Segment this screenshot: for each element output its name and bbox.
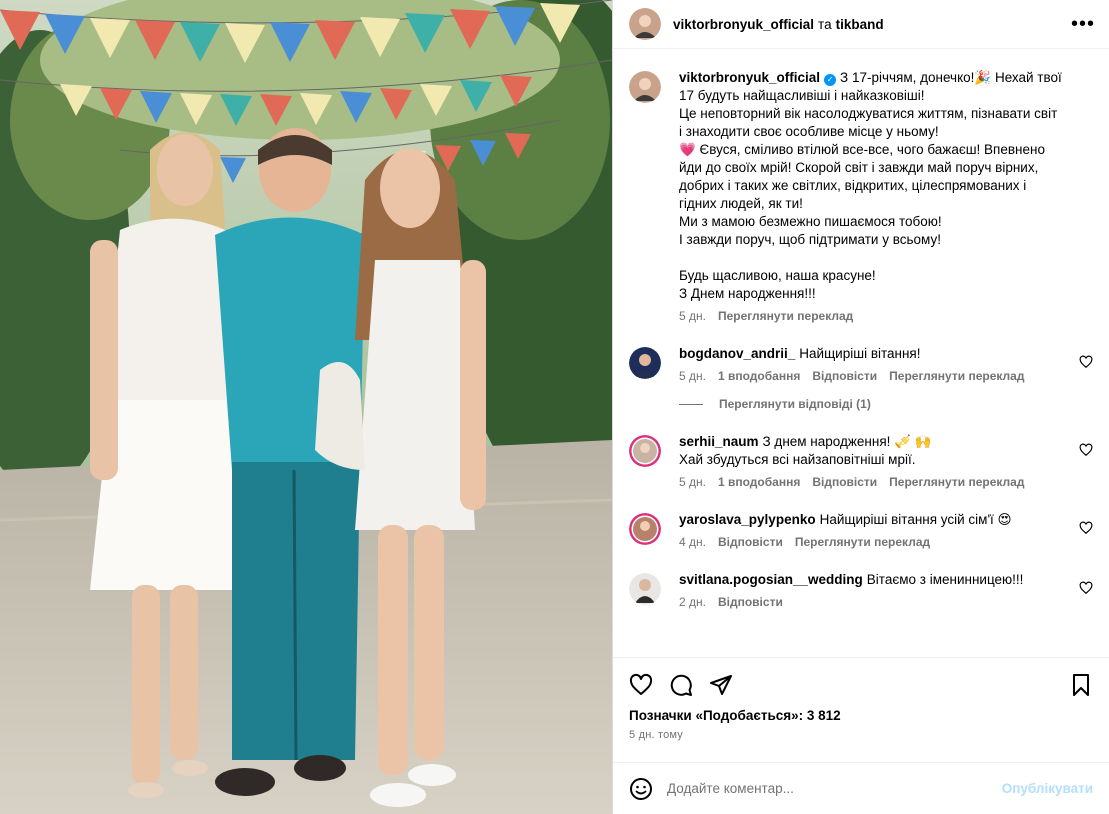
action-icons	[629, 670, 1093, 700]
view-replies-line	[679, 403, 703, 405]
comment-text: З днем народження! 🎺 🙌	[762, 434, 932, 449]
heart-icon[interactable]	[629, 673, 653, 697]
coauthor-username[interactable]: tikband	[836, 17, 884, 32]
comment-text: Найщиріші вітання усій сім'ї 😍	[819, 512, 1012, 527]
caption-meta: 5 дн. Переглянути переклад	[679, 309, 1063, 323]
post-timestamp[interactable]: 5 дн. тому	[629, 729, 1093, 741]
comment-likes-count[interactable]: 1 вподобання	[718, 369, 800, 383]
author-avatar	[629, 8, 661, 40]
comment-like-heart-icon[interactable]	[1079, 355, 1093, 369]
commenter-avatar[interactable]	[629, 573, 661, 605]
comment-text-line2: Хай збудуться всі найзаповітніші мрії.	[679, 452, 916, 467]
bookmark-icon[interactable]	[1069, 673, 1093, 697]
comment-username[interactable]: svitlana.pogosian__wedding	[679, 572, 863, 587]
comment-item: bogdanov_andrii_ Найщиріші вітання! 5 дн.…	[629, 345, 1093, 383]
publish-button[interactable]: Опублікувати	[1002, 781, 1093, 796]
more-options-icon[interactable]: •••	[1071, 14, 1095, 34]
reply-button[interactable]: Відповісти	[812, 475, 877, 489]
post-side-panel: viktorbronyuk_official та tikband ••• vi…	[613, 0, 1109, 814]
add-comment-bar: Опублікувати	[613, 762, 1109, 814]
post-photo[interactable]	[0, 0, 612, 814]
emoji-icon[interactable]	[629, 777, 653, 801]
likes-count[interactable]: Позначки «Подобається»: 3 812	[629, 708, 1093, 723]
caption-time[interactable]: 5 дн.	[679, 309, 706, 323]
comment-item: serhii_naum З днем народження! 🎺 🙌 Хай збу…	[629, 433, 1093, 489]
caption-username[interactable]: viktorbronyuk_official	[679, 70, 820, 85]
comment-likes-count[interactable]: 1 вподобання	[718, 475, 800, 489]
comment-username[interactable]: yaroslava_pylypenko	[679, 512, 816, 527]
comment-like-heart-icon[interactable]	[1079, 521, 1093, 535]
comment-meta: 4 дн. Відповісти Переглянути переклад	[679, 535, 1063, 549]
view-replies-button[interactable]: Переглянути відповіді (1)	[679, 397, 1093, 411]
reply-button[interactable]: Відповісти	[812, 369, 877, 383]
author-avatar-stack[interactable]	[629, 8, 661, 40]
post-caption: viktorbronyuk_official ✓ З 17-річчям, доне…	[629, 69, 1093, 323]
reply-button[interactable]: Відповісти	[718, 595, 783, 609]
comment-time[interactable]: 4 дн.	[679, 535, 706, 549]
comment-text: Найщиріші вітання!	[799, 346, 921, 361]
comment-like-heart-icon[interactable]	[1079, 443, 1093, 457]
caption-line: І завжди поруч, щоб підтримати у всьому!	[679, 232, 941, 247]
caption-line: 💗 Євуся, сміливо втілюй все-все, чого ба…	[679, 142, 1045, 211]
comment-icon[interactable]	[669, 673, 693, 697]
caption-line: З Днем народження!!!	[679, 286, 816, 301]
post-header: viktorbronyuk_official та tikband •••	[613, 0, 1109, 49]
commenter-avatar[interactable]	[629, 513, 661, 545]
comment-meta: 2 дн. Відповісти	[679, 595, 1063, 609]
reply-button[interactable]: Відповісти	[718, 535, 783, 549]
post-actions: Позначки «Подобається»: 3 812 5 дн. тому	[613, 657, 1109, 762]
translate-link[interactable]: Переглянути переклад	[889, 369, 1024, 383]
commenter-avatar[interactable]	[629, 435, 661, 467]
comment-text: Вітаємо з іменинницею!!!	[866, 572, 1024, 587]
verified-badge-icon: ✓	[824, 74, 837, 86]
view-replies-label: Переглянути відповіді (1)	[719, 397, 871, 411]
comment-item: yaroslava_pylypenko Найщиріші вітання усі…	[629, 511, 1093, 549]
comment-time[interactable]: 5 дн.	[679, 475, 706, 489]
caption-line: Це неповторний вік насолоджуватися життя…	[679, 106, 1058, 139]
comment-username[interactable]: bogdanov_andrii_	[679, 346, 795, 361]
translate-link[interactable]: Переглянути переклад	[795, 535, 930, 549]
caption-text: viktorbronyuk_official ✓ З 17-річчям, доне…	[679, 69, 1063, 303]
commenter-avatar[interactable]	[629, 347, 661, 379]
comment-time[interactable]: 2 дн.	[679, 595, 706, 609]
caption-translate-link[interactable]: Переглянути переклад	[718, 309, 853, 323]
caption-line: Ми з мамою безмежно пишаємося тобою!	[679, 214, 942, 229]
comment-meta: 5 дн. 1 вподобання Відповісти Переглянут…	[679, 369, 1063, 383]
translate-link[interactable]: Переглянути переклад	[889, 475, 1024, 489]
share-icon[interactable]	[709, 673, 733, 697]
comment-meta: 5 дн. 1 вподобання Відповісти Переглянут…	[679, 475, 1063, 489]
caption-line: Будь щасливою, наша красуне!	[679, 268, 876, 283]
instagram-post-modal: viktorbronyuk_official та tikband ••• vi…	[0, 0, 1109, 814]
comment-username[interactable]: serhii_naum	[679, 434, 759, 449]
comment-time[interactable]: 5 дн.	[679, 369, 706, 383]
comments-list: viktorbronyuk_official ✓ З 17-річчям, доне…	[613, 49, 1109, 657]
caption-author-avatar[interactable]	[629, 71, 661, 103]
comment-input[interactable]	[667, 781, 1002, 796]
author-username[interactable]: viktorbronyuk_official	[673, 17, 814, 32]
comment-like-heart-icon[interactable]	[1079, 581, 1093, 595]
post-photo-illustration	[0, 0, 612, 814]
author-conjunction: та	[818, 16, 832, 32]
comment-item: svitlana.pogosian__wedding Вітаємо з імен…	[629, 571, 1093, 609]
